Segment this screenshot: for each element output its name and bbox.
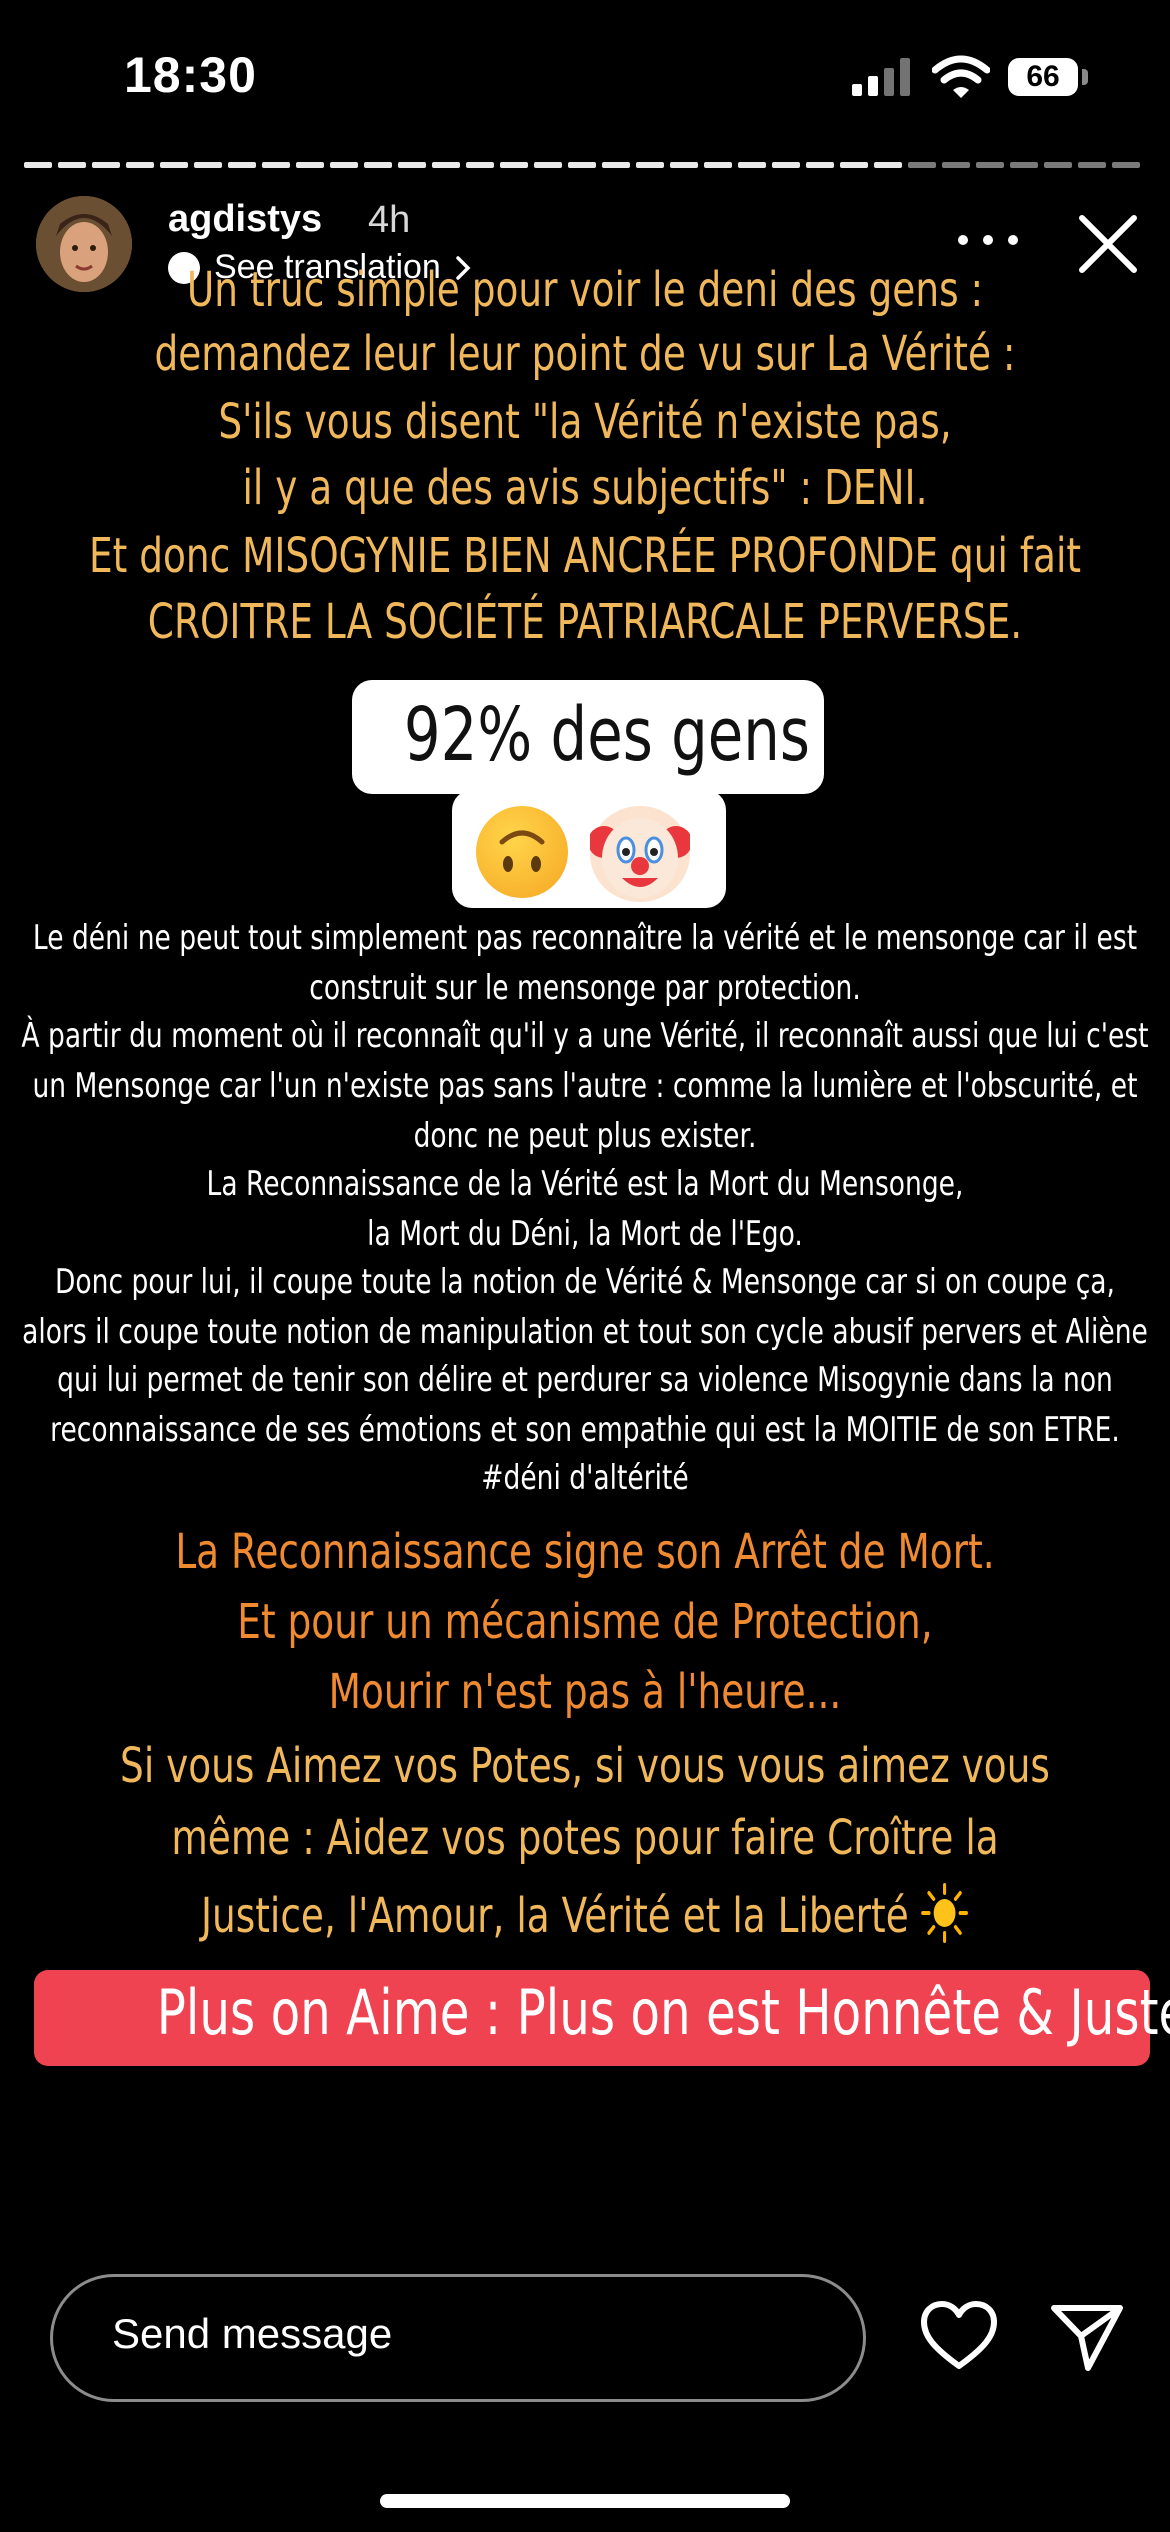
progress-segment [568, 162, 596, 168]
post-time-ago: 4h [368, 199, 411, 241]
send-message-placeholder: Send message [112, 2310, 393, 2357]
progress-segment [330, 162, 358, 168]
battery-icon: 66 [1008, 58, 1078, 96]
wifi-icon [932, 55, 990, 98]
progress-segment [24, 162, 52, 168]
progress-segment [534, 162, 562, 168]
progress-segment [670, 162, 698, 168]
story-text-line: un Mensonge car l'un n'existe pas sans l… [32, 1066, 1138, 1106]
progress-segment [602, 162, 630, 168]
send-icon[interactable] [1050, 2300, 1124, 2372]
progress-segment [296, 162, 324, 168]
story-text-line: Et donc MISOGYNIE BIEN ANCRÉE PROFONDE q… [88, 528, 1082, 584]
progress-segment [500, 162, 528, 168]
highlight-banner-text: Plus on Aime : Plus on est Honnête & Jus… [156, 1976, 1170, 2049]
progress-segment [194, 162, 222, 168]
story-text-line: il y a que des avis subjectifs" : DENI. [242, 460, 928, 516]
progress-segment [262, 162, 290, 168]
progress-segment [704, 162, 732, 168]
progress-segment [1010, 162, 1038, 168]
username[interactable]: agdistys [168, 198, 322, 241]
text-sticker-label: 92% des gens [403, 692, 810, 778]
story-text-line: même : Aidez vos potes pour faire Croîtr… [171, 1810, 999, 1866]
story-text-span: Justice, l'Amour, la Vérité et la Libert… [200, 1888, 909, 1944]
progress-segment [976, 162, 1004, 168]
story-text-line: alors il coupe toute notion de manipulat… [22, 1312, 1148, 1352]
progress-segment [432, 162, 460, 168]
story-text-line: À partir du moment où il reconnaît qu'il… [21, 1016, 1149, 1056]
story-text-line: la Mort du Déni, la Mort de l'Ego. [367, 1214, 803, 1254]
story-text-line: qui lui permet de tenir son délire et pe… [57, 1360, 1113, 1400]
story-text-line: S'ils vous disent "la Vérité n'existe pa… [218, 394, 952, 450]
story-text-line: La Reconnaissance de la Vérité est la Mo… [206, 1164, 964, 1204]
progress-segment [466, 162, 494, 168]
heart-icon[interactable] [920, 2300, 998, 2372]
progress-segment [1112, 162, 1140, 168]
progress-segment [1044, 162, 1072, 168]
story-text-line: Donc pour lui, il coupe toute la notion … [55, 1262, 1115, 1302]
battery-tip [1082, 69, 1088, 85]
progress-segment [908, 162, 936, 168]
progress-segment [636, 162, 664, 168]
status-time: 18:30 [124, 47, 257, 103]
more-options-icon[interactable] [958, 228, 1018, 252]
progress-segment [160, 162, 188, 168]
story-text-line: demandez leur leur point de vu sur La Vé… [154, 326, 1016, 382]
story-text-line: construit sur le mensonge par protection… [309, 968, 861, 1008]
progress-segment [738, 162, 766, 168]
story-text-line: Justice, l'Amour, la Vérité et la Libert… [0, 1882, 1170, 1944]
progress-segment [806, 162, 834, 168]
upside-down-face-emoji [476, 806, 568, 898]
progress-segment [92, 162, 120, 168]
clown-face-emoji [588, 806, 692, 902]
progress-segment [942, 162, 970, 168]
story-text-line: Si vous Aimez vos Potes, si vous vous ai… [120, 1738, 1050, 1794]
sun-emoji [921, 1883, 969, 1943]
progress-segment [874, 162, 902, 168]
progress-segment [772, 162, 800, 168]
story-text-line: Un truc simple pour voir le deni des gen… [186, 262, 984, 318]
story-text-line: Le déni ne peut tout simplement pas reco… [32, 918, 1138, 958]
progress-segment [228, 162, 256, 168]
story-hashtag[interactable]: #déni d'altérité [0, 1458, 1170, 1498]
progress-segment [1078, 162, 1106, 168]
battery-level: 66 [1026, 60, 1060, 93]
story-text-line: Mourir n'est pas à l'heure... [328, 1664, 842, 1720]
story-text-line: donc ne peut plus exister. [413, 1116, 757, 1156]
progress-segment [58, 162, 86, 168]
progress-segment [840, 162, 868, 168]
cellular-signal-icon [852, 56, 912, 96]
progress-segment [398, 162, 426, 168]
story-text-line: reconnaissance de ses émotions et son em… [50, 1410, 1120, 1450]
progress-segment [126, 162, 154, 168]
home-indicator [380, 2494, 790, 2508]
story-text-line: Et pour un mécanisme de Protection, [237, 1594, 933, 1650]
story-text-line: CROITRE LA SOCIÉTÉ PATRIARCALE PERVERSE. [147, 594, 1023, 650]
story-text-line: La Reconnaissance signe son Arrêt de Mor… [175, 1524, 995, 1580]
progress-segment [364, 162, 392, 168]
